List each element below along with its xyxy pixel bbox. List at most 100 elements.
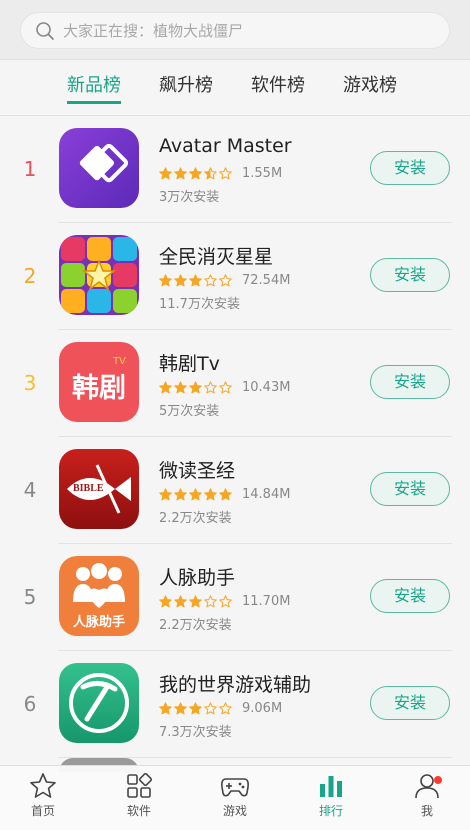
nav-label: 排行 [318, 804, 343, 818]
minecraft-helper-icon [59, 663, 139, 743]
star-filled-icon [174, 594, 187, 607]
tab-new[interactable]: 新品榜 [67, 74, 121, 104]
app-ranking-list: 1 Avatar Master 1.55M 3万次安装 安装 2 全民消灭星星 … [0, 116, 470, 758]
install-count: 2.2万次安装 [159, 618, 232, 633]
rank-number: 6 [23, 692, 37, 716]
star-filled-icon [204, 487, 217, 500]
install-count: 7.3万次安装 [159, 725, 232, 740]
app-name: 我的世界游戏辅助 [159, 674, 312, 696]
list-item[interactable]: 1 Avatar Master 1.55M 3万次安装 安装 [0, 116, 470, 223]
avatar-master-icon [59, 128, 139, 208]
star-filled-icon [219, 487, 232, 500]
search-input[interactable]: 大家正在搜：植物大战僵尸 [20, 12, 450, 49]
app-meta: 9.06M [159, 699, 282, 717]
apps-grid-icon [127, 772, 153, 798]
rank-number: 5 [23, 585, 37, 609]
nav-home[interactable]: 首页 [13, 772, 73, 819]
star-empty-icon [219, 273, 232, 286]
rank-number: 2 [23, 264, 37, 288]
rating-stars [159, 594, 234, 608]
star-filled-icon [159, 594, 172, 607]
install-button[interactable]: 安装 [370, 258, 450, 292]
star-filled-icon [174, 701, 187, 714]
app-name: 微读圣经 [159, 460, 236, 482]
nav-label: 游戏 [222, 804, 247, 818]
star-empty-icon [204, 273, 217, 286]
star-half-icon [204, 166, 217, 179]
tab-software[interactable]: 软件榜 [251, 74, 305, 104]
star-empty-icon [219, 380, 232, 393]
app-name: Avatar Master [159, 135, 292, 157]
star-empty-icon [219, 701, 232, 714]
rank-number: 1 [23, 157, 37, 181]
nav-label: 我 [420, 804, 433, 818]
star-empty-icon [204, 594, 217, 607]
app-meta: 72.54M [159, 271, 290, 289]
star-filled-icon [159, 273, 172, 286]
icon-text: BIBLE [73, 483, 104, 494]
icon-text: 韩剧 [72, 373, 126, 404]
list-item[interactable]: 6 我的世界游戏辅助 9.06M 7.3万次安装 安装 [0, 651, 470, 758]
rating-stars [159, 166, 234, 180]
install-button[interactable]: 安装 [370, 472, 450, 506]
gamepad-icon [221, 778, 249, 797]
app-meta: 1.55M [159, 164, 282, 182]
bar-chart-icon [320, 776, 342, 797]
star-filled-icon [189, 380, 202, 393]
nav-software[interactable]: 软件 [109, 772, 169, 819]
install-button[interactable]: 安装 [370, 579, 450, 613]
tab-rising[interactable]: 飙升榜 [159, 74, 213, 104]
install-count: 2.2万次安装 [159, 511, 232, 526]
install-button[interactable]: 安装 [370, 365, 450, 399]
tab-games[interactable]: 游戏榜 [343, 74, 397, 104]
list-item[interactable]: 3 TV 韩剧 韩剧Tv 10.43M 5万次安装 安装 [0, 330, 470, 437]
app-size: 11.70M [242, 593, 291, 609]
star-filled-icon [159, 487, 172, 500]
star-filled-icon [174, 380, 187, 393]
rating-stars [159, 487, 234, 501]
app-meta: 11.70M [159, 592, 290, 610]
search-icon [36, 21, 54, 40]
star-filled-icon [189, 166, 202, 179]
nav-me[interactable]: 我 [397, 772, 457, 819]
app-size: 9.06M [242, 700, 283, 716]
install-button[interactable]: 安装 [370, 151, 450, 185]
star-filled-icon [159, 701, 172, 714]
rank-number: 3 [23, 371, 37, 395]
star-filled-icon [174, 166, 187, 179]
popstar-game-icon [59, 235, 139, 315]
nav-label: 首页 [30, 804, 55, 818]
star-empty-icon [219, 166, 232, 179]
star-filled-icon [189, 273, 202, 286]
rank-number: 4 [23, 478, 37, 502]
star-filled-icon [189, 701, 202, 714]
rating-stars [159, 701, 234, 715]
app-meta: 14.84M [159, 485, 290, 503]
install-count: 11.7万次安装 [159, 297, 240, 312]
rating-stars [159, 380, 234, 394]
star-filled-icon [159, 166, 172, 179]
star-icon [30, 773, 56, 798]
contacts-helper-icon: 人脉助手 [59, 556, 139, 636]
app-size: 1.55M [242, 165, 283, 181]
app-meta: 10.43M [159, 378, 290, 396]
icon-text: 人脉助手 [72, 615, 125, 630]
list-item[interactable]: 4 BIBLE 微读圣经 14.84M 2.2万次安装 安装 [0, 437, 470, 544]
nav-ranking[interactable]: 排行 [301, 772, 361, 819]
list-item[interactable]: 2 全民消灭星星 72.54M 11.7万次安装 安装 [0, 223, 470, 330]
bible-icon: BIBLE [59, 449, 139, 529]
notification-badge [434, 776, 442, 784]
nav-games[interactable]: 游戏 [205, 772, 265, 819]
list-item[interactable]: 5 人脉助手 人脉助手 11.70M 2.2万次安装 安装 [0, 544, 470, 651]
bottom-navigation: 首页 软件 游戏 排行 我 [0, 765, 470, 830]
star-filled-icon [189, 487, 202, 500]
star-empty-icon [219, 594, 232, 607]
star-empty-icon [204, 701, 217, 714]
app-name: 全民消灭星星 [159, 246, 274, 268]
app-name: 人脉助手 [159, 567, 236, 589]
nav-label: 软件 [126, 804, 151, 818]
install-button[interactable]: 安装 [370, 686, 450, 720]
korean-drama-tv-icon: TV 韩剧 [59, 342, 139, 422]
star-filled-icon [174, 273, 187, 286]
install-count: 3万次安装 [159, 190, 220, 205]
